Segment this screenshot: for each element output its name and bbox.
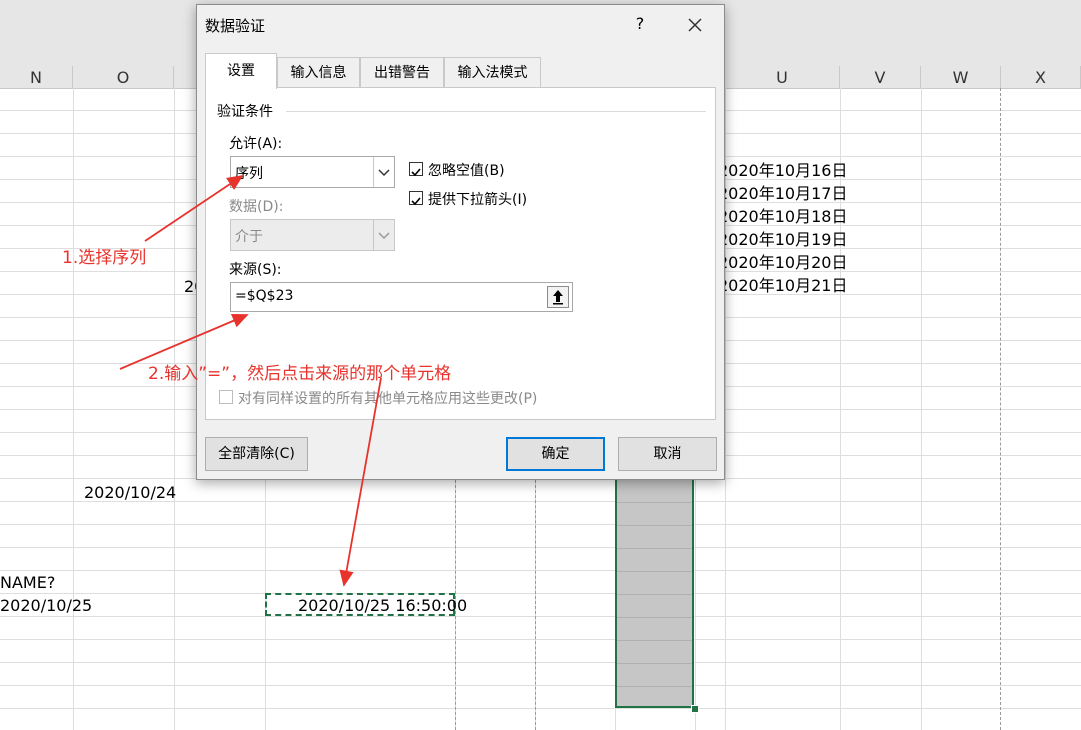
arrow-to-source-cell (339, 377, 382, 587)
annotation-step-1: 1.选择序列 (62, 248, 147, 268)
arrow-to-allow-select (144, 174, 244, 242)
tab-settings[interactable]: 设置 (205, 53, 277, 89)
annotation-step-2: 2.输入”=”，然后点击来源的那个单元格 (148, 364, 452, 384)
